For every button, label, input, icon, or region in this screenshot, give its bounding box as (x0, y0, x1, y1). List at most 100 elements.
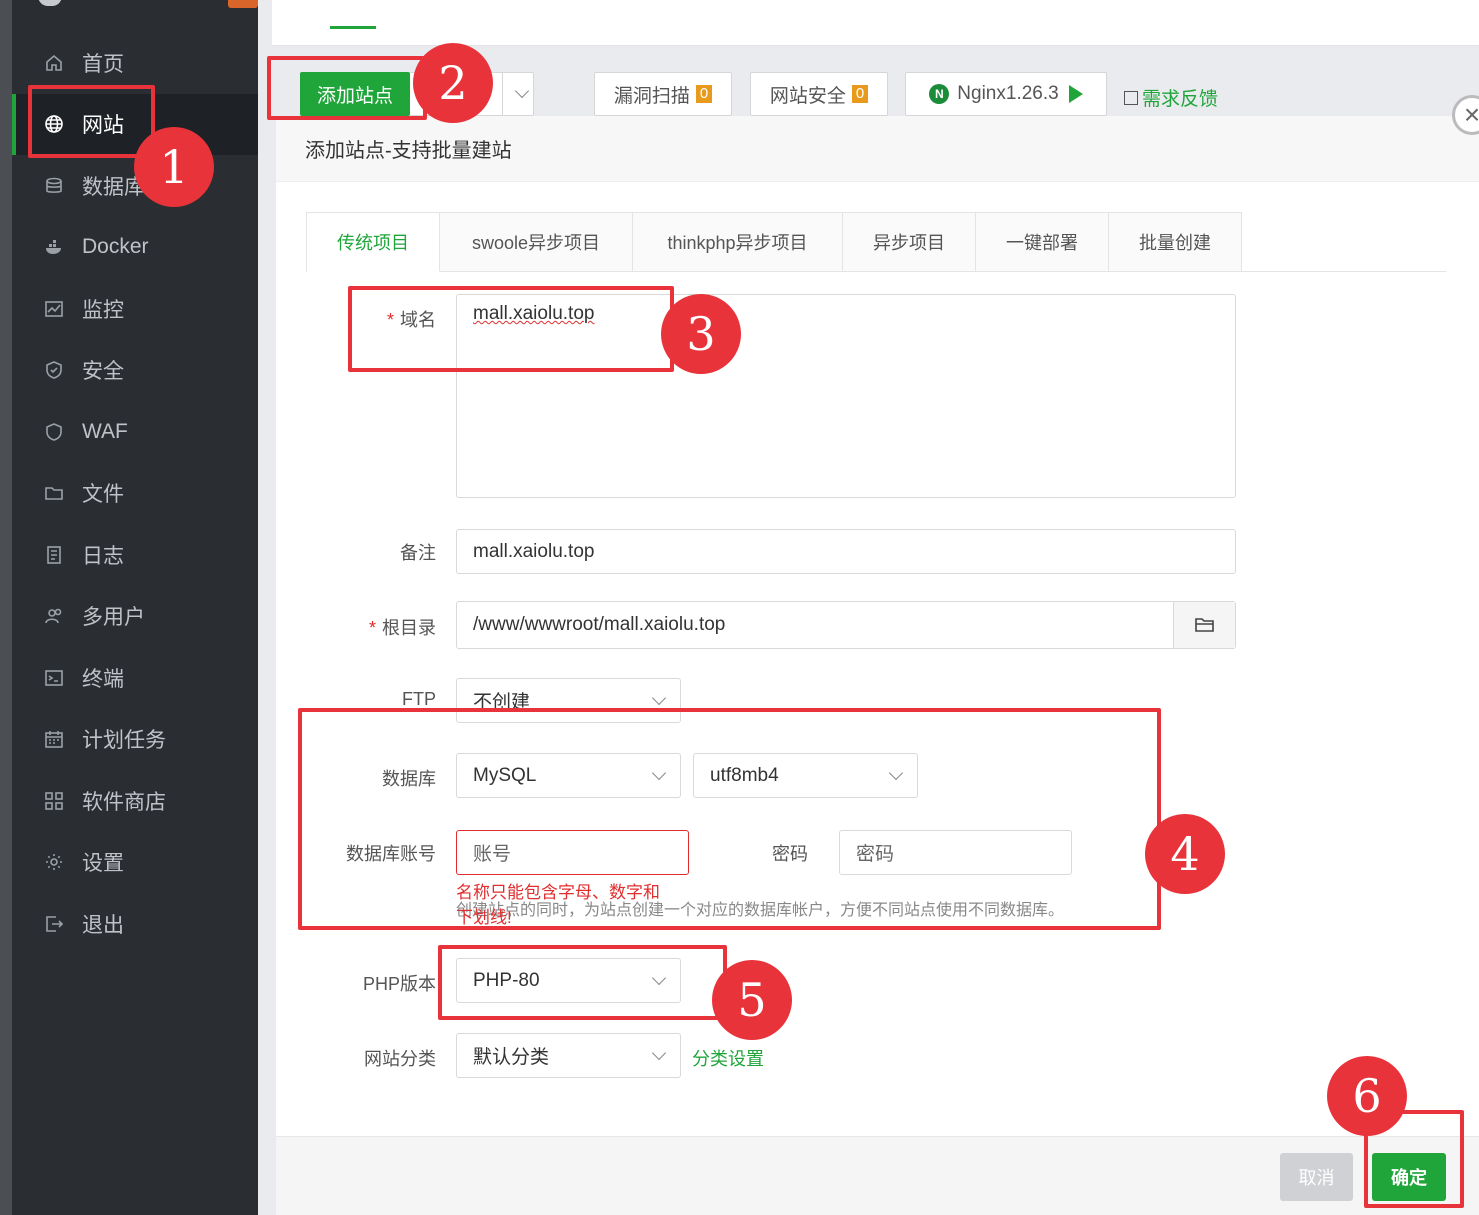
remark-label: 备注 (400, 543, 436, 563)
sidebar-item-docker[interactable]: Docker (12, 217, 258, 279)
users-icon (42, 604, 66, 628)
top-tab-strip (272, 0, 1479, 46)
tab-swoole[interactable]: swoole异步项目 (440, 212, 633, 272)
sidebar-header (12, 0, 258, 30)
required-mark: * (368, 618, 376, 638)
root-dir-value: /www/wwwroot/mall.xaiolu.top (473, 614, 726, 635)
cancel-button[interactable]: 取消 (1280, 1153, 1353, 1201)
chevron-down-icon (651, 1045, 667, 1060)
dialog-title: 添加站点-支持批量建站 (276, 116, 1479, 182)
sidebar-item-label: 终端 (82, 667, 124, 691)
sidebar-item-label: 日志 (82, 544, 124, 568)
waf-shield-icon (42, 420, 66, 444)
annotation-1: 1 (134, 127, 214, 207)
sidebar-item-files[interactable]: 文件 (12, 463, 258, 525)
sidebar-item-logout[interactable]: 退出 (12, 893, 258, 955)
sidebar-item-multiuser[interactable]: 多用户 (12, 586, 258, 648)
site-security-label: 网站安全 (769, 85, 846, 107)
annotation-box-4 (298, 708, 1161, 930)
chevron-down-icon (651, 690, 667, 705)
sidebar-item-waf[interactable]: WAF (12, 401, 258, 463)
active-tab-indicator (330, 26, 376, 29)
terminal-icon (42, 666, 66, 690)
sidebar-item-label: 计划任务 (82, 729, 166, 753)
tab-traditional[interactable]: 传统项目 (306, 212, 440, 272)
root-dir-label-text: 根目录 (382, 618, 436, 638)
sidebar-item-settings[interactable]: 设置 (12, 832, 258, 894)
feedback-label: 需求反馈 (1142, 89, 1219, 110)
site-security-button[interactable]: 网站安全 0 (750, 72, 888, 116)
sidebar-item-store[interactable]: 软件商店 (12, 770, 258, 832)
sidebar-item-label: 首页 (82, 52, 124, 76)
tab-async[interactable]: 异步项目 (843, 212, 976, 272)
sidebar-item-label: 安全 (82, 360, 124, 384)
settings-dropdown[interactable] (502, 72, 530, 116)
root-dir-input[interactable]: /www/wwwroot/mall.xaiolu.top (456, 601, 1236, 649)
add-site-dialog: 添加站点-支持批量建站 传统项目 swoole异步项目 thinkphp异步项目… (276, 116, 1479, 1215)
remark-input[interactable]: mall.xaiolu.top (456, 529, 1236, 574)
category-settings-link[interactable]: 分类设置 (692, 1045, 764, 1071)
gear-icon (42, 850, 66, 874)
monitor-icon (42, 297, 66, 321)
logo (38, 0, 62, 6)
ftp-label: FTP (402, 689, 436, 709)
feedback-link[interactable]: 需求反馈 (1124, 84, 1218, 111)
shield-icon (42, 358, 66, 382)
nginx-icon: N (929, 84, 950, 104)
folder-open-icon (1194, 618, 1214, 632)
sidebar-item-label: 退出 (82, 913, 124, 937)
security-count-badge: 0 (851, 85, 869, 103)
sidebar-item-logs[interactable]: 日志 (12, 524, 258, 586)
sidebar-strip (0, 0, 12, 1215)
logout-icon (42, 912, 66, 936)
sidebar-item-terminal[interactable]: 终端 (12, 647, 258, 709)
tab-thinkphp[interactable]: thinkphp异步项目 (633, 212, 843, 272)
root-dir-label: * 根目录 (276, 614, 436, 640)
annotation-6: 6 (1327, 1056, 1407, 1136)
sidebar-item-label: 监控 (82, 298, 124, 322)
sidebar-item-label: Docker (82, 235, 149, 259)
vuln-count-badge: 0 (695, 85, 713, 103)
home-icon (42, 51, 66, 75)
sidebar-item-monitor[interactable]: 监控 (12, 278, 258, 340)
dialog-footer: 取消 确定 (276, 1136, 1479, 1215)
annotation-2: 2 (413, 43, 493, 123)
sidebar-item-label: 多用户 (82, 606, 145, 630)
annotation-5: 5 (712, 960, 792, 1040)
database-icon (42, 174, 66, 198)
php-version-label: PHP版本 (362, 974, 436, 994)
vuln-scan-label: 漏洞扫描 (613, 85, 690, 107)
calendar-icon (42, 727, 66, 751)
notification-badge[interactable] (228, 0, 258, 8)
project-type-tabs: 传统项目 swoole异步项目 thinkphp异步项目 异步项目 一键部署 批… (306, 212, 1446, 272)
docker-icon (42, 235, 66, 259)
folder-icon (42, 481, 66, 505)
log-icon (42, 543, 66, 567)
play-icon (1068, 85, 1083, 103)
sidebar: 首页 网站 数据库 Docker 监控 安全 WAF 文件 日志 多用户 终端 … (0, 0, 258, 1215)
annotation-box-1 (28, 85, 155, 158)
tab-one-click-deploy[interactable]: 一键部署 (976, 212, 1109, 272)
apps-icon (42, 789, 66, 813)
browse-folder-button[interactable] (1173, 602, 1235, 648)
annotation-box-5 (438, 945, 727, 1020)
annotation-box-2 (267, 56, 427, 120)
nginx-label: Nginx1.26.3 (957, 83, 1059, 104)
sidebar-item-security[interactable]: 安全 (12, 340, 258, 402)
edit-icon (1124, 91, 1138, 105)
annotation-box-3 (348, 286, 674, 372)
sidebar-item-label: 软件商店 (82, 790, 166, 814)
category-select[interactable]: 默认分类 (456, 1033, 681, 1078)
chevron-down-icon (514, 83, 530, 99)
annotation-4: 4 (1145, 814, 1225, 894)
category-value: 默认分类 (473, 1047, 550, 1068)
sidebar-item-label: WAF (82, 419, 128, 443)
nginx-button[interactable]: N Nginx1.26.3 (905, 72, 1107, 116)
vuln-scan-button[interactable]: 漏洞扫描 0 (594, 72, 732, 116)
sidebar-item-cron[interactable]: 计划任务 (12, 709, 258, 771)
annotation-3: 3 (661, 294, 741, 374)
sidebar-item-label: 文件 (82, 483, 124, 507)
category-label: 网站分类 (364, 1049, 436, 1069)
sidebar-item-label: 设置 (82, 852, 124, 876)
tab-batch-create[interactable]: 批量创建 (1109, 212, 1242, 272)
